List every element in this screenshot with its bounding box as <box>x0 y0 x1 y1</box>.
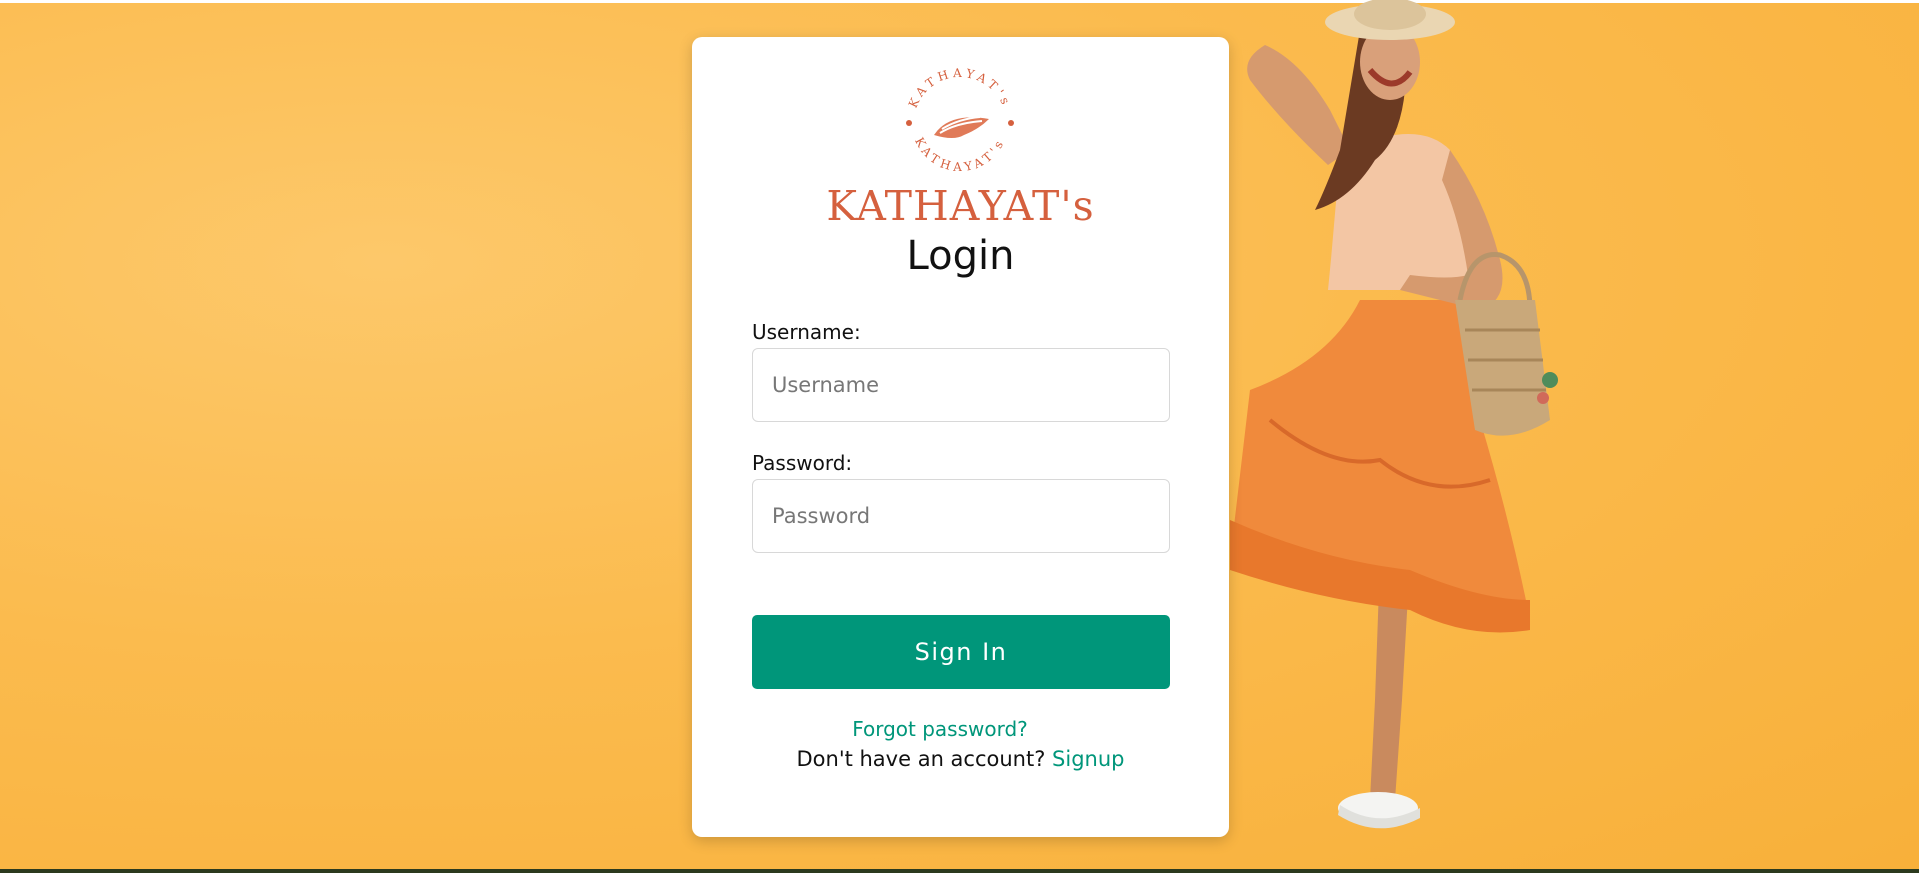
emblem-top-text: KATHAYAT's <box>906 66 1010 110</box>
brand-name: KATHAYAT's <box>826 182 1095 230</box>
emblem-bottom-text: KATHAYAT's <box>912 135 1004 174</box>
login-card: KATHAYAT's KATHAYAT's KATHAYAT's Login U… <box>692 37 1229 837</box>
svg-text:KATHAYAT's: KATHAYAT's <box>912 135 1008 174</box>
signup-prompt: Don't have an account? Signup <box>692 747 1229 771</box>
hero-image <box>1230 0 1558 829</box>
bottom-border <box>0 869 1919 873</box>
password-input[interactable] <box>752 479 1170 553</box>
forgot-password-link[interactable]: Forgot password? <box>692 717 1188 741</box>
password-label: Password: <box>752 451 853 475</box>
top-border <box>0 0 1919 3</box>
svg-text:KATHAYAT's: KATHAYAT's <box>906 66 1014 110</box>
username-input[interactable] <box>752 348 1170 422</box>
feather-emblem-icon: KATHAYAT's KATHAYAT's <box>906 66 1014 174</box>
signup-link[interactable]: Signup <box>1052 747 1124 771</box>
no-account-text: Don't have an account? <box>796 747 1046 771</box>
page-title: Login <box>906 233 1015 279</box>
sign-in-button[interactable]: Sign In <box>752 615 1170 689</box>
username-label: Username: <box>752 320 861 344</box>
